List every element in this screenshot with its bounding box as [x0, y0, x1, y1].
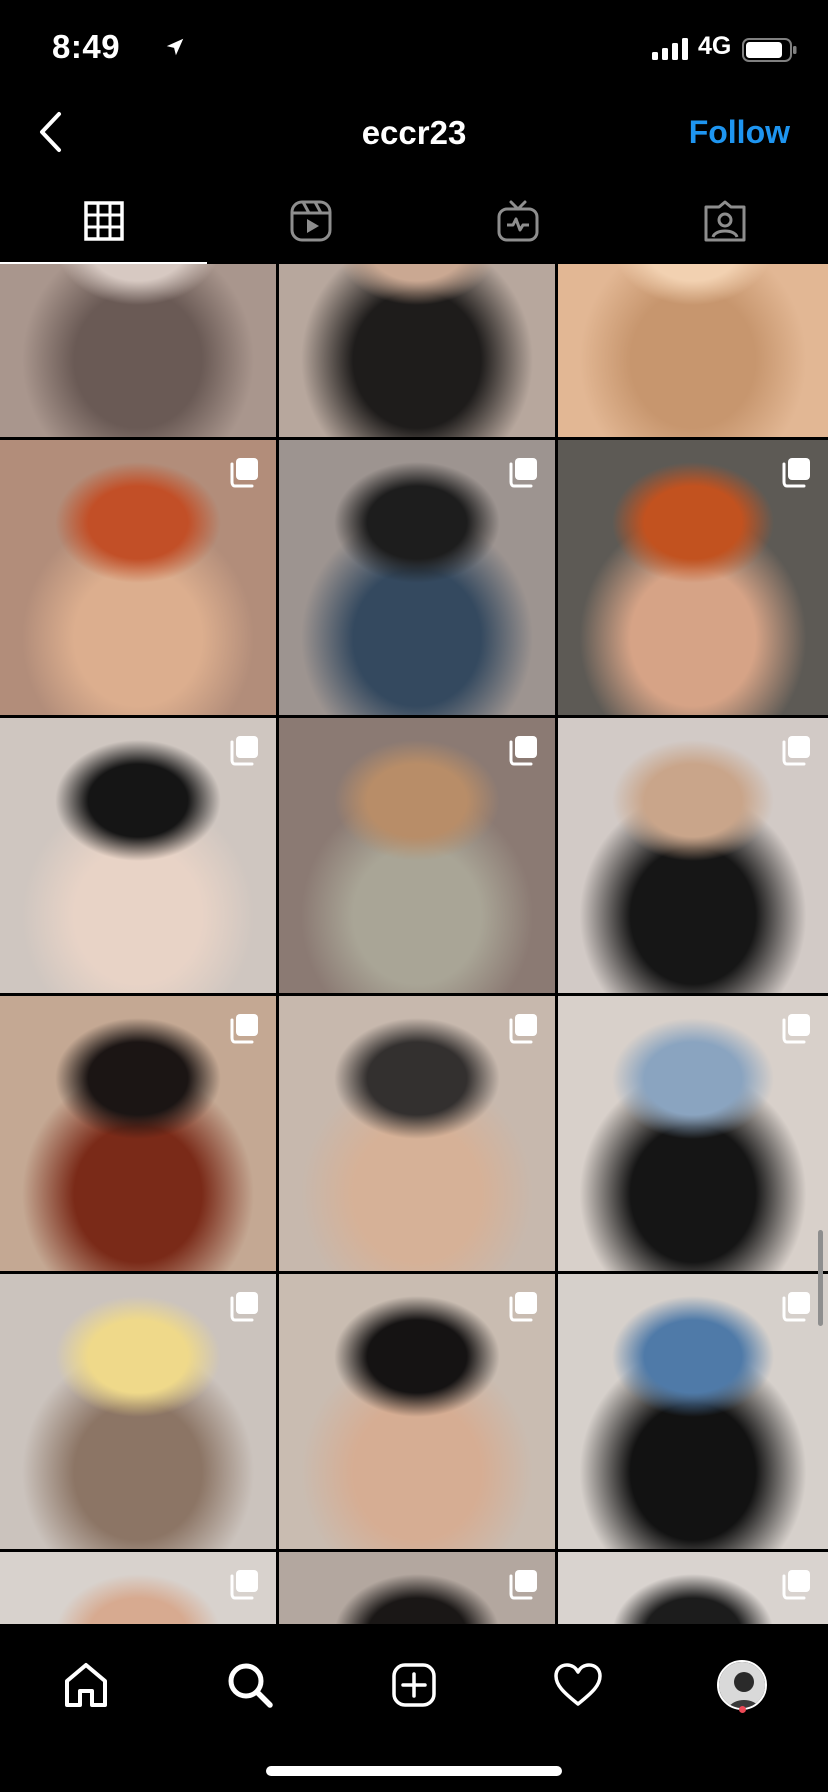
plus-square-icon [392, 1663, 436, 1707]
post-thumbnail[interactable] [0, 1274, 276, 1549]
post-thumbnail[interactable] [279, 1552, 555, 1624]
carousel-icon [230, 1570, 258, 1600]
home-icon [65, 1663, 107, 1707]
carousel-icon [782, 736, 810, 766]
post-thumbnail[interactable] [558, 440, 828, 715]
tab-posts[interactable] [0, 178, 207, 264]
battery-icon [742, 38, 798, 67]
post-thumbnail[interactable] [279, 1274, 555, 1549]
scroll-indicator [818, 1230, 823, 1326]
tab-reels[interactable] [207, 178, 414, 264]
carousel-icon [230, 736, 258, 766]
profile-header: eccr23 Follow [0, 96, 828, 168]
tab-igtv[interactable] [414, 178, 621, 264]
tab-tagged[interactable] [621, 178, 828, 264]
carousel-icon [782, 458, 810, 488]
carousel-icon [782, 1570, 810, 1600]
reels-icon [290, 200, 331, 242]
carousel-icon [782, 1292, 810, 1322]
profile-tabs [0, 178, 828, 264]
post-thumbnail[interactable] [558, 264, 828, 437]
post-thumbnail[interactable] [279, 440, 555, 715]
profile-avatar-icon [717, 1660, 767, 1710]
post-thumbnail[interactable] [558, 1552, 828, 1624]
post-thumbnail[interactable] [279, 996, 555, 1271]
post-thumbnail[interactable] [0, 264, 276, 437]
carousel-icon [509, 1570, 537, 1600]
carousel-icon [509, 1014, 537, 1044]
location-arrow-icon [164, 36, 186, 63]
posts-grid [0, 264, 828, 1624]
carousel-icon [509, 736, 537, 766]
post-thumbnail[interactable] [0, 996, 276, 1271]
grid-icon [83, 201, 124, 241]
post-thumbnail[interactable] [0, 440, 276, 715]
nav-activity[interactable] [543, 1650, 613, 1720]
nav-new-post[interactable] [379, 1650, 449, 1720]
post-thumbnail[interactable] [558, 996, 828, 1271]
tagged-user-icon [704, 200, 745, 242]
status-bar: 8:49 4G [0, 0, 828, 96]
post-thumbnail[interactable] [279, 264, 555, 437]
heart-icon [554, 1663, 602, 1706]
post-thumbnail[interactable] [0, 1552, 276, 1624]
carousel-icon [782, 1014, 810, 1044]
network-type: 4G [698, 32, 732, 60]
post-thumbnail[interactable] [279, 718, 555, 993]
post-thumbnail[interactable] [0, 718, 276, 993]
follow-button[interactable]: Follow [689, 114, 790, 151]
home-indicator [266, 1766, 562, 1776]
status-time: 8:49 [52, 28, 121, 65]
post-thumbnail[interactable] [558, 1274, 828, 1549]
carousel-icon [509, 458, 537, 488]
nav-search[interactable] [215, 1650, 285, 1720]
signal-bars-icon [652, 38, 690, 65]
nav-home[interactable] [51, 1650, 121, 1720]
igtv-icon [497, 200, 538, 242]
post-thumbnail[interactable] [558, 718, 828, 993]
carousel-icon [230, 1014, 258, 1044]
carousel-icon [230, 458, 258, 488]
carousel-icon [509, 1292, 537, 1322]
search-icon [228, 1663, 273, 1708]
notification-dot [739, 1706, 746, 1713]
carousel-icon [230, 1292, 258, 1322]
